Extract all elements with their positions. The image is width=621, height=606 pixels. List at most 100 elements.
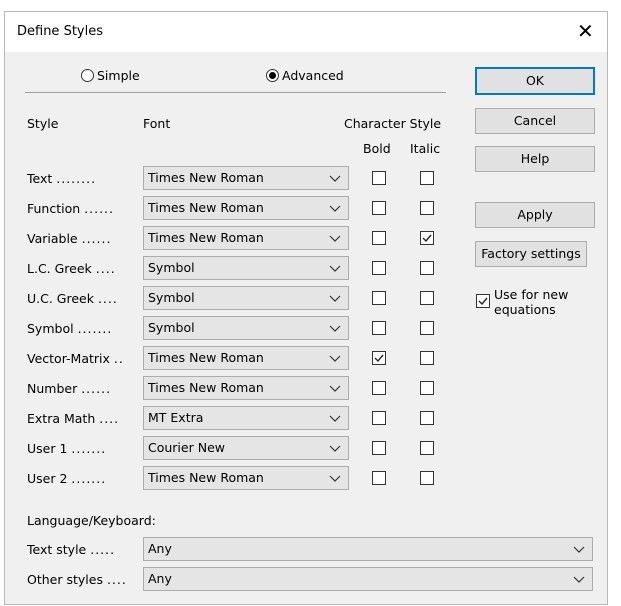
- style-name-label: Vector-Matrix ..: [27, 351, 124, 366]
- italic-checkbox[interactable]: [420, 411, 434, 425]
- simple-label[interactable]: Simple: [97, 68, 140, 83]
- chevron-down-icon: [329, 265, 341, 272]
- bold-checkbox[interactable]: [372, 201, 386, 215]
- font-select[interactable]: Times New Roman: [143, 466, 349, 490]
- font-value: Times New Roman: [148, 200, 264, 215]
- chevron-down-icon: [329, 235, 341, 242]
- bold-checkbox[interactable]: [372, 411, 386, 425]
- cancel-button[interactable]: Cancel: [475, 108, 595, 134]
- factory-settings-button[interactable]: Factory settings: [475, 241, 587, 267]
- style-name-label: User 1 .......: [27, 441, 107, 456]
- language-heading: Language/Keyboard:: [27, 513, 156, 528]
- font-value: Times New Roman: [148, 380, 264, 395]
- chevron-down-icon: [329, 385, 341, 392]
- italic-checkbox[interactable]: [420, 171, 434, 185]
- use-for-new-label-1: Use for new: [494, 287, 569, 302]
- style-name-label: U.C. Greek ....: [27, 291, 118, 306]
- apply-button[interactable]: Apply: [475, 202, 595, 228]
- text-style-select[interactable]: Any: [143, 537, 593, 561]
- italic-checkbox[interactable]: [420, 201, 434, 215]
- mode-separator: [25, 92, 446, 93]
- font-value: Symbol: [148, 320, 195, 335]
- font-select[interactable]: Courier New: [143, 436, 349, 460]
- other-styles-select[interactable]: Any: [143, 567, 593, 591]
- font-select[interactable]: Times New Roman: [143, 196, 349, 220]
- font-value: Symbol: [148, 260, 195, 275]
- bold-checkbox[interactable]: [372, 171, 386, 185]
- chevron-down-icon: [329, 445, 341, 452]
- simple-radio[interactable]: [81, 69, 94, 82]
- other-styles-value: Any: [148, 571, 172, 586]
- style-name-label: Variable ......: [27, 231, 112, 246]
- font-select[interactable]: Times New Roman: [143, 166, 349, 190]
- header-italic: Italic: [410, 141, 441, 156]
- font-value: Times New Roman: [148, 230, 264, 245]
- italic-checkbox[interactable]: [420, 471, 434, 485]
- font-select[interactable]: Symbol: [143, 286, 349, 310]
- font-value: MT Extra: [148, 410, 204, 425]
- bold-checkbox[interactable]: [372, 321, 386, 335]
- font-value: Times New Roman: [148, 170, 264, 185]
- bold-checkbox[interactable]: [372, 351, 386, 365]
- style-name-label: L.C. Greek ....: [27, 261, 116, 276]
- text-style-label: Text style .....: [27, 542, 116, 557]
- chevron-down-icon: [573, 546, 585, 553]
- style-name-label: Symbol .......: [27, 321, 113, 336]
- bold-checkbox[interactable]: [372, 441, 386, 455]
- chevron-down-icon: [329, 415, 341, 422]
- chevron-down-icon: [329, 475, 341, 482]
- header-font: Font: [143, 116, 171, 131]
- font-value: Times New Roman: [148, 470, 264, 485]
- checkmark-icon: [422, 234, 432, 243]
- header-style: Style: [27, 116, 59, 131]
- advanced-radio[interactable]: [266, 69, 279, 82]
- italic-checkbox[interactable]: [420, 351, 434, 365]
- bold-checkbox[interactable]: [372, 381, 386, 395]
- style-name-label: Extra Math ....: [27, 411, 120, 426]
- style-name-label: User 2 .......: [27, 471, 107, 486]
- style-name-label: Number ......: [27, 381, 112, 396]
- font-select[interactable]: Times New Roman: [143, 226, 349, 250]
- use-for-new-equations-checkbox[interactable]: [476, 294, 490, 308]
- ok-button[interactable]: OK: [475, 67, 595, 95]
- italic-checkbox[interactable]: [420, 321, 434, 335]
- style-name-label: Function ......: [27, 201, 114, 216]
- close-icon[interactable]: ✕: [577, 19, 594, 43]
- help-button[interactable]: Help: [475, 146, 595, 172]
- text-style-value: Any: [148, 541, 172, 556]
- bold-checkbox[interactable]: [372, 471, 386, 485]
- dialog-title: Define Styles: [17, 24, 103, 39]
- chevron-down-icon: [329, 175, 341, 182]
- define-styles-dialog: Define Styles ✕ Simple Advanced Style Fo…: [4, 11, 608, 605]
- font-value: Courier New: [148, 440, 225, 455]
- font-select[interactable]: Times New Roman: [143, 346, 349, 370]
- chevron-down-icon: [329, 295, 341, 302]
- checkmark-icon: [374, 354, 384, 363]
- bold-checkbox[interactable]: [372, 291, 386, 305]
- checkmark-icon: [478, 297, 488, 306]
- italic-checkbox[interactable]: [420, 261, 434, 275]
- title-bar: Define Styles ✕: [5, 12, 607, 52]
- font-select[interactable]: MT Extra: [143, 406, 349, 430]
- other-styles-label: Other styles ....: [27, 572, 127, 587]
- chevron-down-icon: [329, 325, 341, 332]
- style-name-label: Text ........: [27, 171, 97, 186]
- bold-checkbox[interactable]: [372, 231, 386, 245]
- italic-checkbox[interactable]: [420, 441, 434, 455]
- chevron-down-icon: [573, 576, 585, 583]
- header-character-style: Character Style: [344, 116, 442, 131]
- italic-checkbox[interactable]: [420, 291, 434, 305]
- chevron-down-icon: [329, 205, 341, 212]
- font-value: Times New Roman: [148, 350, 264, 365]
- italic-checkbox[interactable]: [420, 231, 434, 245]
- font-value: Symbol: [148, 290, 195, 305]
- font-select[interactable]: Symbol: [143, 256, 349, 280]
- font-select[interactable]: Times New Roman: [143, 376, 349, 400]
- chevron-down-icon: [329, 355, 341, 362]
- bold-checkbox[interactable]: [372, 261, 386, 275]
- italic-checkbox[interactable]: [420, 381, 434, 395]
- use-for-new-label-2: equations: [494, 302, 556, 317]
- header-bold: Bold: [363, 141, 391, 156]
- advanced-label[interactable]: Advanced: [282, 68, 344, 83]
- font-select[interactable]: Symbol: [143, 316, 349, 340]
